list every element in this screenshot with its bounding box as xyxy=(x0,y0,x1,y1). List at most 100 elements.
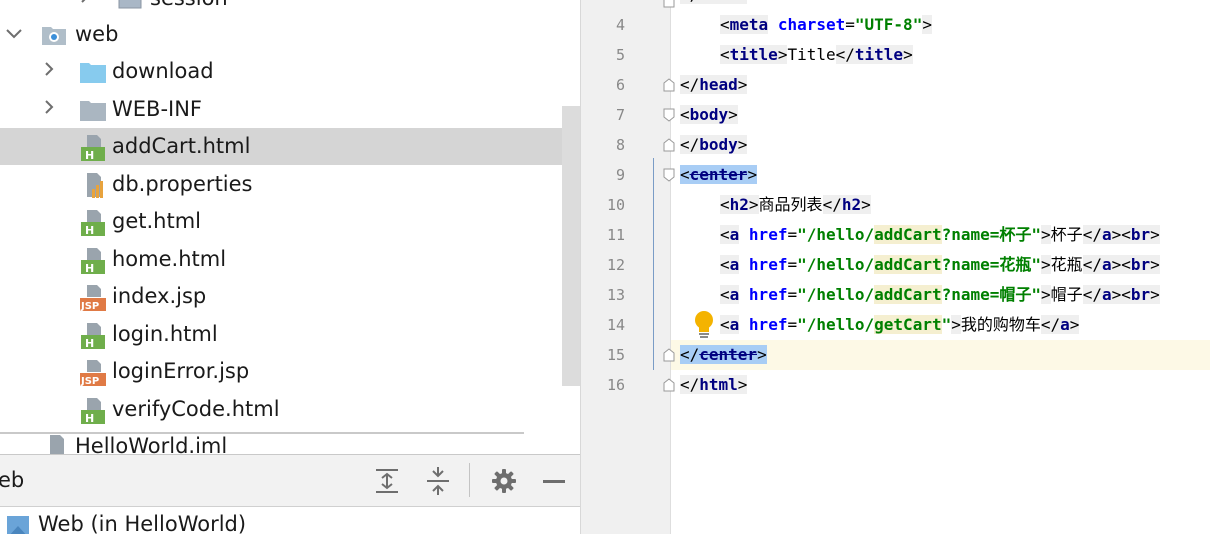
gear-icon[interactable] xyxy=(488,465,520,497)
fold-range-line xyxy=(653,158,654,370)
jsp-badge: JSP xyxy=(80,301,99,311)
code-line-14: <a href="/hello/getCart">我的购物车</a> xyxy=(720,315,1080,334)
folder-icon xyxy=(79,58,107,86)
chevron-right-icon[interactable] xyxy=(78,0,92,3)
lightbulb-icon[interactable] xyxy=(693,310,715,340)
tree-item-label: WEB-INF xyxy=(112,97,202,121)
current-line-highlight xyxy=(581,340,1210,370)
code-line-3: </head> xyxy=(680,0,748,10)
html-badge: H xyxy=(85,412,94,424)
fold-end-icon[interactable] xyxy=(663,78,675,92)
expand-all-icon[interactable] xyxy=(371,465,403,497)
tree-item-label: session xyxy=(150,0,228,11)
code-line-16: </html> xyxy=(680,375,748,394)
tree-item-web[interactable]: web xyxy=(0,16,580,53)
fold-start-icon[interactable] xyxy=(663,108,675,122)
tool-window-header: eb xyxy=(0,455,580,507)
tree-item-label: home.html xyxy=(112,247,227,271)
code-line-15: </center> xyxy=(680,345,767,364)
line-number: 15 xyxy=(606,346,625,364)
package-icon xyxy=(116,0,144,13)
fold-end-icon[interactable] xyxy=(663,378,675,392)
chevron-right-icon[interactable] xyxy=(42,62,56,76)
code-line-9: <center> xyxy=(680,165,758,184)
tree-item-download[interactable]: download xyxy=(0,53,580,90)
collapse-all-icon[interactable] xyxy=(422,465,454,497)
tree-item-home-html[interactable]: H home.html xyxy=(0,241,580,278)
tree-item-label: addCart.html xyxy=(112,134,251,158)
line-number: 14 xyxy=(606,316,625,334)
tree-item-label: get.html xyxy=(112,209,201,233)
code-line-7: <body> xyxy=(680,105,738,124)
tree-item-verifycode-html[interactable]: H verifyCode.html xyxy=(0,391,580,428)
tree-item-web-inf[interactable]: WEB-INF xyxy=(0,91,580,128)
jsp-file-icon: JSP xyxy=(79,283,107,311)
chevron-right-icon[interactable] xyxy=(42,100,56,114)
folder-icon xyxy=(79,96,107,124)
line-number: 6 xyxy=(615,76,625,94)
tree-item-loginerror-jsp[interactable]: JSP loginError.jsp xyxy=(0,353,580,390)
chevron-down-icon[interactable] xyxy=(6,27,22,41)
properties-file-icon xyxy=(79,171,107,199)
line-number: 7 xyxy=(615,106,625,124)
horizontal-scrollbar-edge xyxy=(0,432,524,434)
web-facet-icon xyxy=(6,514,32,534)
code-line-10: <h2>商品列表</h2> xyxy=(720,195,871,214)
html-file-icon: H xyxy=(79,246,107,274)
line-number: 5 xyxy=(615,46,625,64)
code-line-12: <a href="/hello/addCart?name=花瓶">花瓶</a><… xyxy=(720,255,1160,274)
tree-item-login-html[interactable]: H login.html xyxy=(0,316,580,353)
tree-item-session[interactable]: session xyxy=(0,0,580,17)
fold-end-icon[interactable] xyxy=(663,0,675,8)
tree-item-db-properties[interactable]: db.properties xyxy=(0,166,580,203)
line-number: 13 xyxy=(606,286,625,304)
html-file-icon: H xyxy=(79,133,107,161)
minimize-icon[interactable] xyxy=(538,465,570,497)
code-line-6: </head> xyxy=(680,75,748,94)
line-number: 8 xyxy=(615,136,625,154)
html-badge: H xyxy=(85,262,94,274)
services-item-label: Web (in HelloWorld) xyxy=(38,512,247,534)
toolbar-separator xyxy=(469,463,470,497)
html-file-icon: H xyxy=(79,208,107,236)
tool-window-title: eb xyxy=(0,468,25,492)
tree-item-get-html[interactable]: H get.html xyxy=(0,203,580,240)
line-number: 16 xyxy=(606,376,625,394)
tree-item-label: web xyxy=(75,22,119,46)
fold-end-icon[interactable] xyxy=(663,138,675,152)
web-module-folder-icon xyxy=(40,21,68,49)
html-file-icon: H xyxy=(79,321,107,349)
vertical-scrollbar[interactable] xyxy=(562,106,580,386)
services-tool-window: eb Web (in HelloWorld) xyxy=(0,454,580,534)
code-line-13: <a href="/hello/addCart?name=帽子">帽子</a><… xyxy=(720,285,1160,304)
jsp-badge: JSP xyxy=(80,376,99,386)
fold-start-icon[interactable] xyxy=(663,168,675,182)
tree-item-label: HelloWorld.iml xyxy=(75,434,228,454)
tree-item-label: download xyxy=(112,59,214,83)
tree-item-label: loginError.jsp xyxy=(112,359,250,383)
project-tree-panel: session web download W xyxy=(0,0,580,454)
services-item-web[interactable]: Web (in HelloWorld) xyxy=(0,510,580,534)
jsp-file-icon: JSP xyxy=(79,358,107,386)
editor-gutter: 4 5 6 7 8 9 10 11 12 13 14 15 16 xyxy=(581,0,675,534)
html-file-icon: H xyxy=(79,396,107,424)
html-badge: H xyxy=(85,224,94,236)
fold-end-icon[interactable] xyxy=(663,348,675,362)
tree-item-label: db.properties xyxy=(112,172,253,196)
tree-item-label: login.html xyxy=(112,322,218,346)
html-badge: H xyxy=(85,149,94,161)
tree-item-addcart-html[interactable]: H addCart.html xyxy=(0,128,580,165)
code-line-11: <a href="/hello/addCart?name=杯子">杯子</a><… xyxy=(720,225,1160,244)
line-number: 12 xyxy=(606,256,625,274)
module-file-icon xyxy=(42,433,70,454)
tree-item-index-jsp[interactable]: JSP index.jsp xyxy=(0,278,580,315)
tree-item-label: verifyCode.html xyxy=(112,397,280,421)
code-line-8: </body> xyxy=(680,135,748,154)
line-number: 9 xyxy=(615,166,625,184)
line-number: 4 xyxy=(615,16,625,34)
code-line-5: <title>Title</title> xyxy=(720,45,913,64)
line-number: 11 xyxy=(606,226,625,244)
line-number: 10 xyxy=(606,196,625,214)
code-editor[interactable]: 4 5 6 7 8 9 10 11 12 13 14 15 16 <meta c… xyxy=(580,0,1210,534)
html-badge: H xyxy=(85,337,94,349)
